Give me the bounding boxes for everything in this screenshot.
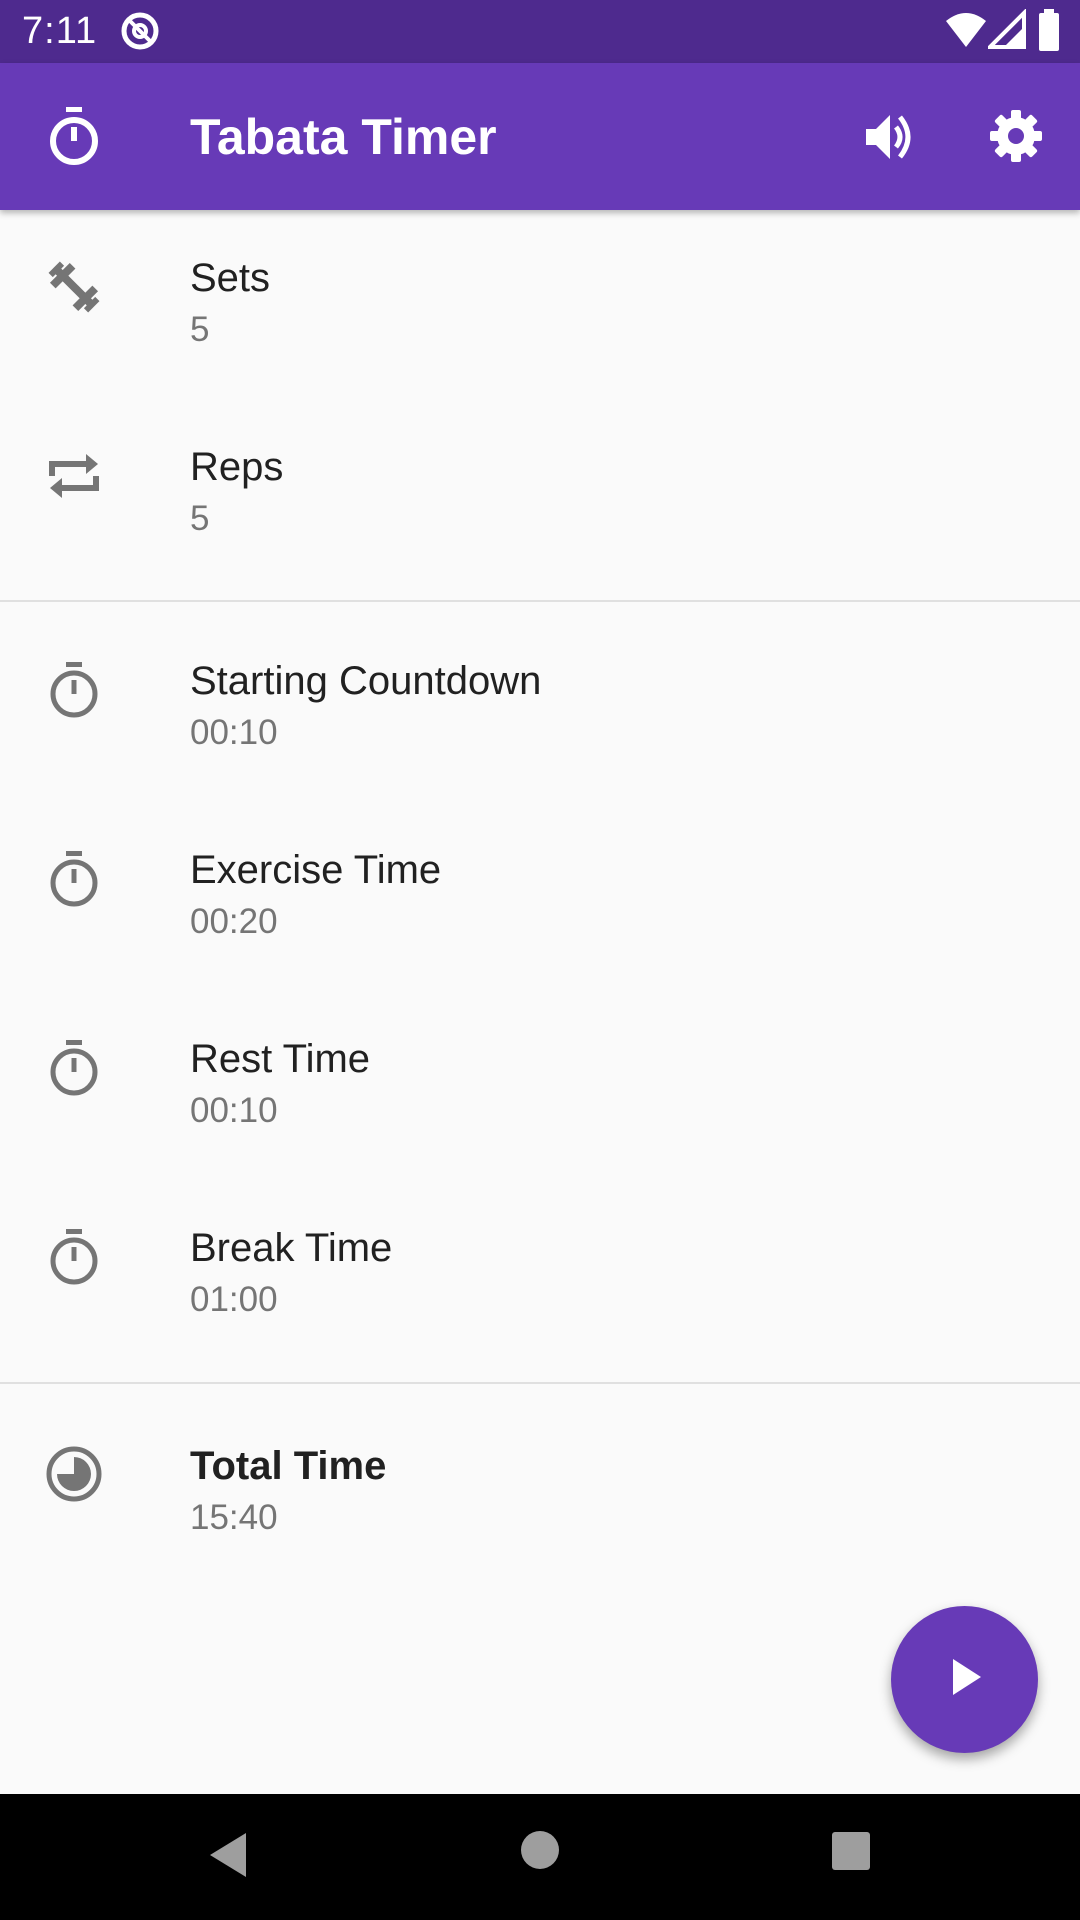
setting-sets[interactable]: Sets 5 <box>0 210 1080 380</box>
setting-value: 00:10 <box>190 713 278 752</box>
setting-label: Reps <box>190 445 284 489</box>
setting-starting-countdown[interactable]: Starting Countdown 00:10 <box>0 613 1080 783</box>
setting-label: Rest Time <box>190 1037 371 1081</box>
app-bar: Tabata Timer <box>0 63 1080 210</box>
at-sign-icon <box>118 9 162 58</box>
setting-value: 5 <box>190 499 210 538</box>
status-bar: 7:11 <box>0 0 1080 63</box>
total-value: 15:40 <box>190 1498 278 1537</box>
setting-rest-time[interactable]: Rest Time 00:10 <box>0 991 1080 1161</box>
divider <box>0 1382 1080 1384</box>
timer-icon <box>44 1038 104 1098</box>
status-time: 7:11 <box>22 10 98 52</box>
system-nav-bar <box>0 1794 1080 1920</box>
signal-icon <box>985 8 1028 58</box>
setting-value: 01:00 <box>190 1280 278 1319</box>
setting-label: Sets <box>190 256 271 300</box>
setting-label: Starting Countdown <box>190 659 542 703</box>
divider <box>0 600 1080 602</box>
timer-icon <box>44 1227 104 1287</box>
clock-pie-icon <box>44 1444 104 1504</box>
settings-list: Sets 5 Reps 5 Starting Countdown 00:10 E… <box>0 210 1080 1794</box>
setting-value: 5 <box>190 310 210 349</box>
setting-exercise-time[interactable]: Exercise Time 00:20 <box>0 802 1080 972</box>
repeat-icon <box>44 446 104 506</box>
setting-break-time[interactable]: Break Time 01:00 <box>0 1180 1080 1350</box>
volume-up-icon[interactable] <box>862 109 918 170</box>
timer-icon <box>44 849 104 909</box>
setting-value: 00:10 <box>190 1091 278 1130</box>
settings-gear-icon[interactable] <box>988 108 1044 169</box>
total-time: Total Time 15:40 <box>0 1396 1080 1566</box>
app-title: Tabata Timer <box>190 109 497 165</box>
setting-label: Exercise Time <box>190 848 442 892</box>
setting-value: 00:20 <box>190 902 278 941</box>
recents-square-icon[interactable] <box>831 1831 871 1876</box>
wifi-icon <box>944 9 988 58</box>
play-button[interactable] <box>891 1606 1038 1753</box>
setting-reps[interactable]: Reps 5 <box>0 399 1080 569</box>
timer-icon <box>44 660 104 720</box>
dumbbell-icon <box>44 257 104 317</box>
back-triangle-icon[interactable] <box>204 1827 254 1888</box>
setting-label: Break Time <box>190 1226 393 1270</box>
total-label: Total Time <box>190 1444 387 1488</box>
timer-icon <box>46 105 102 172</box>
home-circle-icon[interactable] <box>520 1830 560 1875</box>
play-icon <box>945 1655 985 1704</box>
battery-icon <box>1038 9 1060 58</box>
